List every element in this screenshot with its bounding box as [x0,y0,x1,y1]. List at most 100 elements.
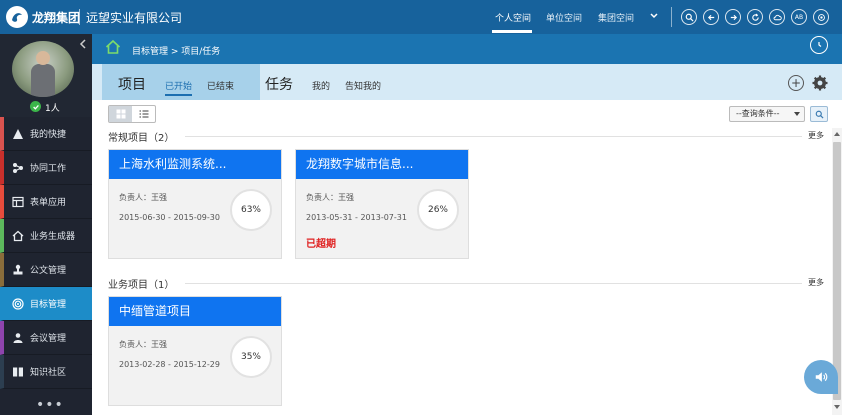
grid-view-button[interactable] [109,106,132,122]
sidebar-item-label: 目标管理 [30,300,67,310]
refresh-icon[interactable] [747,9,763,25]
sidebar: 1人 我的快捷 协同工作 表单应用 业务生成器 公文管理 目标管理 会议管理 知… [0,34,92,415]
avatar-figure-head [36,51,50,65]
sidebar-item-label: 公文管理 [30,266,67,276]
sidebar-item-label: 表单应用 [30,198,67,208]
tabs-bar: 项目 已开始 已结束 任务 我的 告知我的 + [92,64,842,100]
view-toggle [108,105,156,123]
search-button[interactable] [810,106,828,122]
project-card[interactable]: 龙翔数字城市信息... 负责人：王强 2013-05-31 - 2013-07-… [295,149,469,259]
sidebar-item-goals[interactable]: 目标管理 [0,287,92,321]
query-condition-value: --查询条件-- [736,109,780,118]
sidebar-item-documents[interactable]: 公文管理 [0,253,92,287]
sidebar-item-label: 我的快捷 [30,130,67,140]
tab-ended[interactable]: 已结束 [207,79,234,92]
sidebar-item-label: 会议管理 [30,334,67,344]
sidebar-item-collaboration[interactable]: 协同工作 [0,151,92,185]
home-icon[interactable] [105,39,121,55]
tab-notified-me[interactable]: 告知我的 [345,79,381,92]
sidebar-menu: 我的快捷 协同工作 表单应用 业务生成器 公文管理 目标管理 会议管理 知识社区 [0,117,92,389]
breadcrumb: 目标管理 > 项目/任务 [132,47,221,57]
sidebar-item-knowledge[interactable]: 知识社区 [0,355,92,389]
sidebar-item-label: 知识社区 [30,368,67,378]
house-icon [12,230,24,242]
book-icon [12,366,24,378]
sidebar-item-business-generator[interactable]: 业务生成器 [0,219,92,253]
speaker-button[interactable] [804,360,838,394]
target-icon [12,297,24,310]
project-card-title[interactable]: 中缅管道项目 [109,297,281,326]
project-dates: 2013-05-31 - 2013-07-31 [306,213,407,222]
project-owner: 负责人：王强 [119,340,167,349]
avatar[interactable] [12,41,74,97]
project-card-title[interactable]: 龙翔数字城市信息... [296,150,468,179]
cloud-icon[interactable] [769,9,785,25]
tab-project[interactable]: 项目 [118,74,146,94]
target-icon[interactable] [813,9,829,25]
online-count: 1人 [45,104,60,114]
online-status-icon [30,101,41,112]
project-dates: 2015-06-30 - 2015-09-30 [119,213,220,222]
top-bar: 龙翔集团 远望实业有限公司 个人空间 单位空间 集团空间 AB [0,0,842,34]
grid-icon [116,109,125,119]
project-owner: 负责人：王强 [306,193,354,202]
section-title-regular: 常规项目（2） [108,133,175,144]
project-card-title[interactable]: 上海水利监测系统... [109,150,281,179]
scroll-down-icon[interactable] [834,405,840,409]
top-divider [671,7,672,27]
query-condition-select[interactable]: --查询条件-- [729,106,805,122]
sidebar-item-forms[interactable]: 表单应用 [0,185,92,219]
project-dates: 2013-02-28 - 2015-12-29 [119,360,220,369]
project-progress: 63% [230,189,272,231]
search-icon[interactable] [681,9,697,25]
more-link-regular[interactable]: 更多 [808,130,824,141]
back-icon[interactable] [703,9,719,25]
scroll-thumb[interactable] [833,142,841,400]
profile-panel: 1人 [0,34,92,117]
nav-personal-space[interactable]: 个人空间 [495,11,531,24]
meeting-icon [12,332,24,344]
project-progress: 26% [417,189,459,231]
sidebar-item-label: 业务生成器 [30,232,76,242]
sidebar-item-quick[interactable]: 我的快捷 [0,117,92,151]
form-icon [12,196,24,208]
section-title-business: 业务项目（1） [108,280,175,291]
project-owner: 负责人：王强 [119,193,167,202]
stamp-icon [12,264,24,276]
collapse-sidebar-icon[interactable] [78,38,88,50]
nav-group-space[interactable]: 集团空间 [598,11,634,24]
ab-icon-label: AB [794,13,804,21]
avatar-figure-body [31,64,55,97]
more-link-business[interactable]: 更多 [808,277,824,288]
tab-mine[interactable]: 我的 [312,79,330,92]
section-divider [185,283,802,284]
breadcrumb-bar: 目标管理 > 项目/任务 [92,34,842,64]
section-divider [185,136,802,137]
clock-icon[interactable] [810,36,828,54]
logo-icon [6,6,28,28]
gear-icon[interactable] [812,75,828,91]
project-progress: 35% [230,336,272,378]
nav-unit-space[interactable]: 单位空间 [546,11,582,24]
sidebar-item-label: 协同工作 [30,164,67,174]
project-card[interactable]: 上海水利监测系统... 负责人：王强 2015-06-30 - 2015-09-… [108,149,282,259]
brand-divider [79,9,80,25]
sidebar-more-button[interactable]: ••• [36,397,64,413]
speaker-icon [815,372,828,382]
tab-task[interactable]: 任务 [265,74,293,94]
ab-icon[interactable]: AB [791,9,807,25]
project-card[interactable]: 中缅管道项目 负责人：王强 2013-02-28 - 2015-12-29 35… [108,296,282,406]
search-icon [815,110,824,119]
scroll-up-icon[interactable] [834,132,840,136]
sidebar-item-meetings[interactable]: 会议管理 [0,321,92,355]
brand-name: 龙翔集团 [32,11,81,25]
chevron-down-icon[interactable] [649,11,659,21]
add-icon[interactable]: + [788,75,804,91]
caret-down-icon [794,112,800,116]
forward-icon[interactable] [725,9,741,25]
lightning-icon [12,128,24,140]
tab-started[interactable]: 已开始 [165,79,193,96]
list-icon [139,110,148,118]
flow-icon [12,162,24,174]
list-view-button[interactable] [132,106,155,122]
